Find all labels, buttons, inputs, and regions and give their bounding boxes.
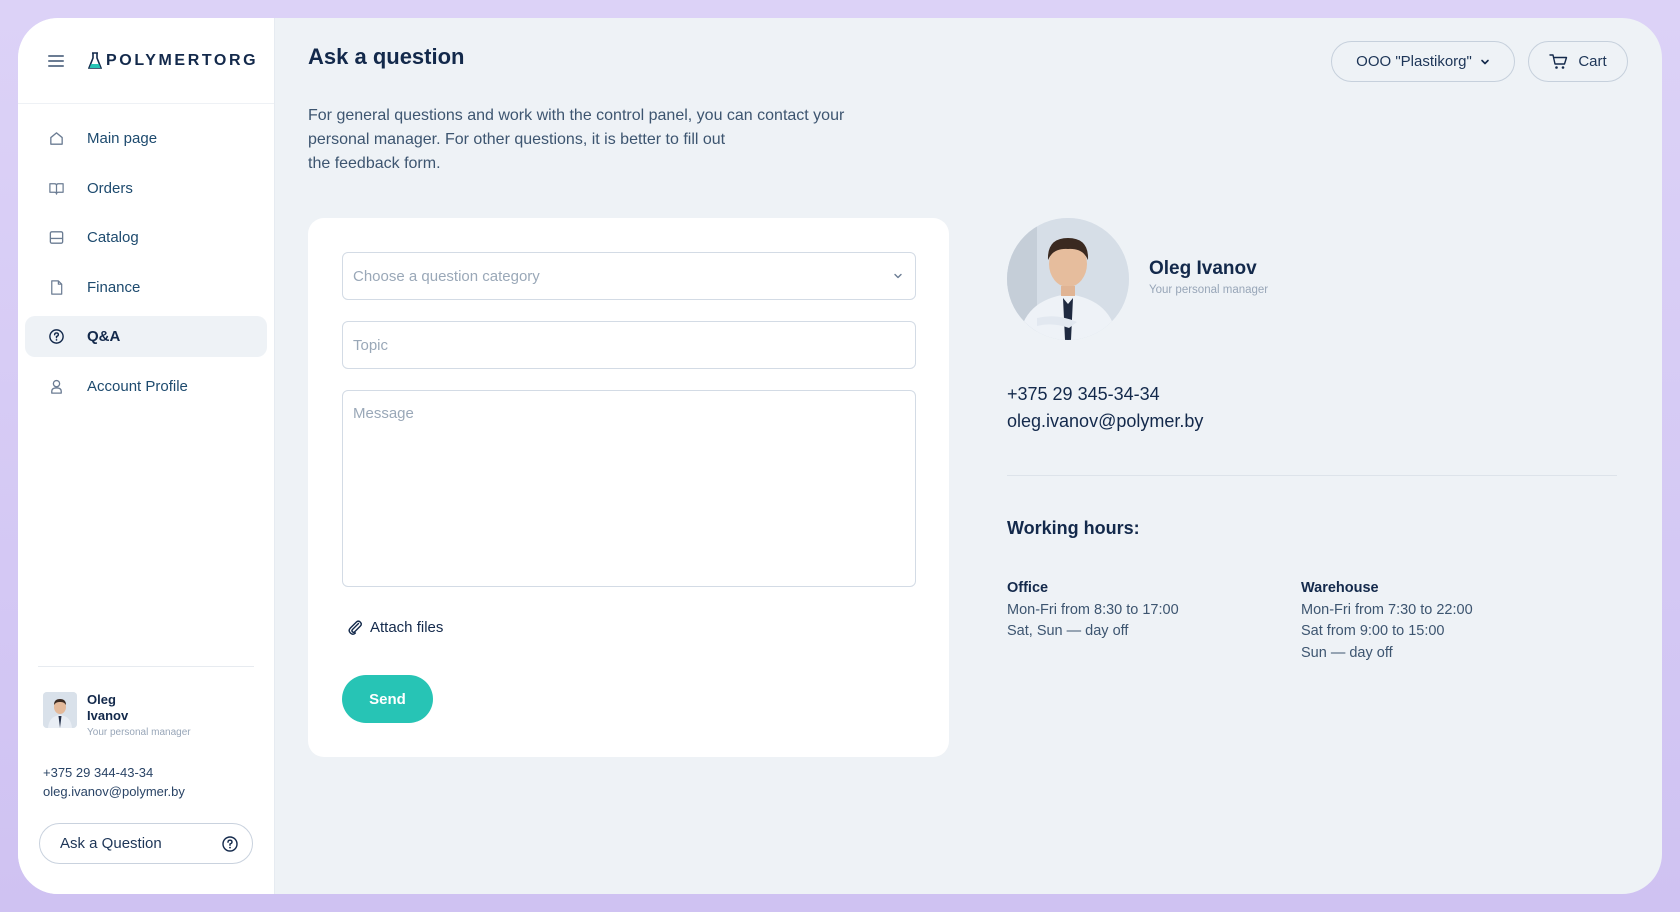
sidebar-manager-first-name: Oleg: [87, 692, 116, 707]
manager-email[interactable]: oleg.ivanov@polymer.by: [1007, 411, 1203, 432]
question-category-select[interactable]: Choose a question category: [342, 252, 916, 300]
sidebar-manager-role: Your personal manager: [87, 727, 191, 738]
topic-placeholder: Topic: [353, 336, 389, 354]
working-hours-title: Working hours:: [1007, 518, 1140, 538]
logo[interactable]: POLYMERTORG: [88, 52, 258, 70]
brand-bar: POLYMERTORG: [18, 18, 274, 104]
topic-input[interactable]: Topic: [342, 321, 916, 369]
chevron-down-icon: [1481, 59, 1489, 64]
user-icon: [47, 377, 65, 395]
intro-line: the feedback form.: [308, 155, 441, 172]
office-hours-line: Sat, Sun — day off: [1007, 623, 1129, 639]
office-hours: Office Mon-Fri from 8:30 to 17:00 Sat, S…: [1007, 578, 1179, 643]
sidebar-manager-contacts: +375 29 344-43-34 oleg.ivanov@polymer.by: [43, 763, 185, 801]
paperclip-icon: [348, 620, 362, 635]
sidebar-item-account-profile[interactable]: Account Profile: [25, 366, 267, 407]
main-content: Ask a question OOO "Plastikorg" Cart For…: [275, 18, 1662, 894]
attach-files-label: Attach files: [370, 618, 444, 636]
chevron-down-icon: [894, 273, 902, 279]
manager-photo: [1007, 218, 1129, 340]
company-selector[interactable]: OOO "Plastikorg": [1331, 41, 1515, 82]
sidebar-item-catalog[interactable]: Catalog: [25, 217, 267, 258]
avatar: [43, 692, 77, 728]
warehouse-hours-line: Sun — day off: [1301, 644, 1393, 661]
sidebar-manager-email[interactable]: oleg.ivanov@polymer.by: [43, 782, 185, 801]
sidebar-manager-phone[interactable]: +375 29 344-43-34: [43, 763, 185, 782]
sidebar-nav: Main page Orders Catalog Finance Q&A Acc…: [18, 104, 274, 407]
send-button[interactable]: Send: [342, 675, 433, 723]
manager-name: Oleg Ivanov: [1149, 258, 1257, 279]
question-circle-icon: [47, 328, 65, 346]
warehouse-hours: Warehouse Mon-Fri from 7:30 to 22:00 Sat…: [1301, 578, 1473, 664]
manager-role: Your personal manager: [1149, 284, 1269, 296]
attach-files-button[interactable]: Attach files: [346, 618, 443, 636]
sidebar-item-main-page[interactable]: Main page: [25, 118, 267, 159]
message-textarea[interactable]: Message: [342, 390, 916, 587]
catalog-icon: [47, 229, 65, 247]
sidebar-item-finance[interactable]: Finance: [25, 267, 267, 308]
warehouse-hours-line: Mon-Fri from 7:30 to 22:00: [1301, 601, 1473, 618]
intro-line: personal manager. For other questions, i…: [308, 131, 726, 148]
sidebar-manager-card: Oleg Ivanov Your personal manager: [43, 692, 191, 738]
sidebar-item-label: Main page: [87, 130, 158, 147]
cart-icon: [1549, 54, 1568, 69]
sidebar-manager-last-name: Ivanov: [87, 708, 129, 723]
sidebar-item-label: Q&A: [87, 328, 121, 346]
warehouse-label: Warehouse: [1301, 580, 1379, 596]
cart-label: Cart: [1578, 53, 1607, 70]
document-icon: [47, 278, 65, 296]
sidebar-item-label: Account Profile: [87, 377, 188, 395]
home-icon: [47, 130, 65, 148]
intro-text: For general questions and work with the …: [308, 104, 928, 176]
office-hours-line: Mon-Fri from 8:30 to 17:00: [1007, 601, 1179, 618]
sidebar-item-label: Finance: [87, 278, 141, 296]
message-placeholder: Message: [353, 405, 414, 422]
ask-question-button[interactable]: Ask a Question: [39, 823, 253, 864]
sidebar-divider: [38, 666, 254, 667]
page-title: Ask a question: [308, 44, 465, 69]
sidebar-item-qa[interactable]: Q&A: [25, 316, 267, 358]
app-window: POLYMERTORG Main page Orders Catalog Fin…: [18, 18, 1662, 894]
sidebar-item-label: Orders: [87, 179, 133, 197]
sidebar-item-label: Catalog: [87, 229, 139, 247]
ask-question-label: Ask a Question: [60, 835, 162, 852]
category-placeholder: Choose a question category: [353, 267, 540, 285]
intro-line: For general questions and work with the …: [308, 107, 845, 124]
book-icon: [47, 179, 65, 197]
manager-card: Oleg Ivanov Your personal manager: [1007, 218, 1268, 340]
cart-button[interactable]: Cart: [1528, 41, 1628, 82]
flask-icon: [88, 51, 102, 69]
sidebar-item-orders[interactable]: Orders: [25, 168, 267, 209]
section-divider: [1007, 475, 1617, 476]
warehouse-hours-line: Sat from 9:00 to 15:00: [1301, 623, 1445, 639]
office-label: Office: [1007, 580, 1049, 596]
sidebar: POLYMERTORG Main page Orders Catalog Fin…: [18, 18, 275, 894]
question-form: Choose a question category Topic Message…: [308, 218, 949, 757]
header-actions: OOO "Plastikorg" Cart: [1331, 41, 1628, 82]
brand-name: POLYMERTORG: [106, 51, 259, 69]
company-name: OOO "Plastikorg": [1356, 53, 1472, 70]
question-circle-icon: [222, 835, 238, 852]
menu-icon[interactable]: [48, 54, 64, 67]
manager-phone[interactable]: +375 29 345-34-34: [1007, 384, 1160, 405]
